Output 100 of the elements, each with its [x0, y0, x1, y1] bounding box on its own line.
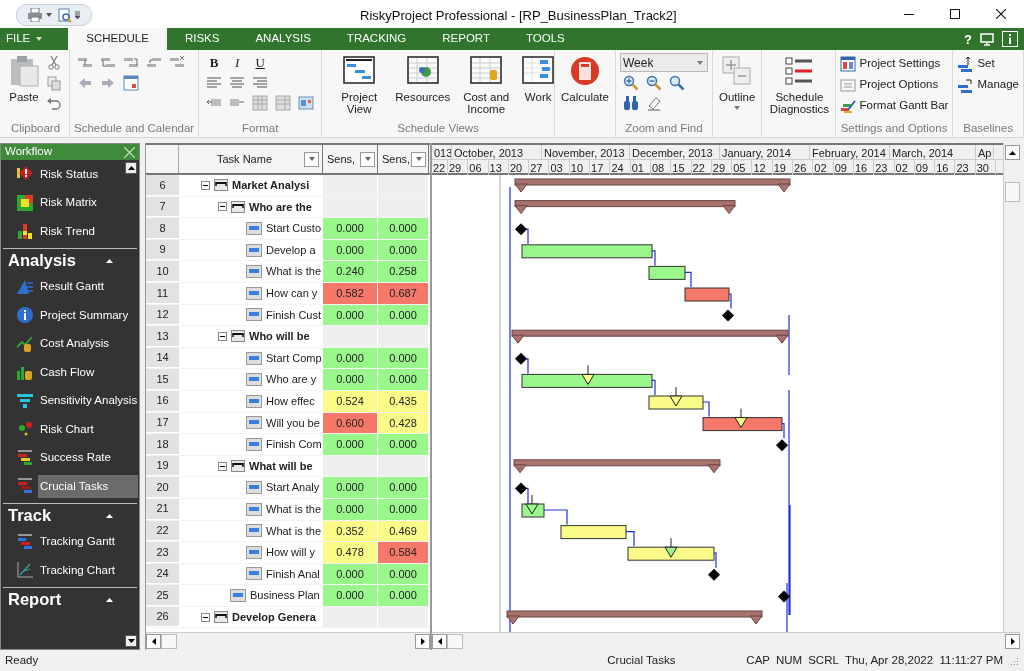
- collapse-toggle[interactable]: [218, 331, 227, 341]
- row-number: 14: [146, 347, 179, 369]
- task-name: Who are y: [266, 372, 317, 388]
- column-header[interactable]: Sens,: [323, 145, 378, 173]
- print-preview-button[interactable]: [58, 7, 72, 23]
- section-heading: Analysis: [8, 250, 76, 272]
- task-name: Start Comp: [266, 350, 322, 366]
- row-number: 23: [146, 542, 179, 563]
- print-button[interactable]: [27, 8, 43, 22]
- workflow-item[interactable]: Project Summary: [38, 303, 131, 327]
- scrollbar-thumb[interactable]: [447, 634, 463, 649]
- sensitivity-cell: 0.000: [378, 498, 429, 520]
- scroll-down-button[interactable]: [125, 635, 137, 647]
- ribbon-button[interactable]: Project Settings: [839, 53, 941, 74]
- task-name: Develop a: [266, 242, 316, 258]
- scroll-up-button[interactable]: [125, 162, 137, 174]
- week-label: 10: [569, 160, 591, 175]
- ribbon-group-label: Zoom and Find: [625, 120, 703, 136]
- ribbon-tab[interactable]: REPORT: [424, 28, 508, 50]
- magnifier-icon: [668, 75, 685, 91]
- week-label: 12: [752, 160, 773, 175]
- zoom-level-dropdown[interactable]: Week: [619, 53, 708, 72]
- scrollbar-thumb[interactable]: [161, 634, 177, 649]
- column-header[interactable]: Task Name: [179, 145, 323, 173]
- week-label: 17: [590, 160, 611, 175]
- format-button[interactable]: U: [249, 53, 272, 73]
- workflow-item[interactable]: Risk Status: [38, 162, 101, 186]
- color-grid-icon: [16, 193, 34, 212]
- filter-dropdown[interactable]: [411, 151, 426, 167]
- workflow-item[interactable]: Success Rate: [38, 446, 113, 470]
- close-button[interactable]: [124, 146, 135, 158]
- task-name: Business Plan: [250, 588, 320, 604]
- scroll-right-button[interactable]: [1005, 634, 1020, 649]
- row-number: 12: [146, 304, 179, 326]
- workflow-item[interactable]: Risk Chart: [38, 417, 96, 441]
- row-number: 26: [146, 606, 179, 628]
- week-label: 16: [853, 160, 875, 175]
- ribbon-button[interactable]: Project Options: [839, 74, 939, 95]
- ribbon-button[interactable]: Schedule Diagnostics: [766, 53, 833, 115]
- minus-icon: [203, 182, 208, 188]
- workflow-item[interactable]: Risk Matrix: [38, 191, 99, 215]
- task-icon: [246, 437, 262, 451]
- ribbon-button[interactable]: Manage: [957, 74, 1019, 95]
- workflow-item[interactable]: Tracking Chart: [38, 558, 117, 582]
- ribbon-button[interactable]: Project View: [326, 53, 393, 115]
- workflow-item[interactable]: Tracking Gantt: [38, 530, 117, 554]
- ribbon-button[interactable]: Calculate: [559, 53, 611, 103]
- collapse-toggle[interactable]: [106, 597, 113, 602]
- week-label: 09: [833, 160, 854, 175]
- collapse-toggle[interactable]: [218, 461, 227, 471]
- collapse-toggle[interactable]: [106, 513, 113, 518]
- week-label: 02: [894, 160, 915, 175]
- ribbon-button[interactable]: Paste: [6, 53, 42, 103]
- ribbon-button[interactable]: Outline: [716, 53, 758, 110]
- scroll-left-button[interactable]: [432, 634, 447, 649]
- ribbon-tab[interactable]: FILE: [0, 28, 49, 50]
- caret-icon: [364, 157, 371, 161]
- help-button[interactable]: ?: [964, 32, 972, 46]
- collapse-toggle[interactable]: [106, 258, 113, 263]
- about-button[interactable]: [1002, 31, 1018, 47]
- collapse-toggle[interactable]: [201, 180, 210, 190]
- column-header[interactable]: Sens,: [378, 145, 429, 173]
- row-number: 20: [146, 477, 179, 498]
- scroll-right-button[interactable]: [415, 634, 430, 649]
- month-label: 013: [432, 145, 452, 159]
- ribbon-button[interactable]: Resources: [393, 53, 453, 103]
- week-label: 13: [488, 160, 509, 175]
- scrollbar-thumb[interactable]: [1004, 182, 1020, 202]
- collapse-toggle[interactable]: [218, 202, 227, 212]
- filter-dropdown[interactable]: [304, 151, 319, 167]
- ribbon-tab[interactable]: ANALYSIS: [237, 28, 329, 50]
- month-label: February, 2014: [810, 145, 890, 159]
- funnel-icon: [16, 391, 34, 410]
- workflow-item[interactable]: Crucial Tasks: [38, 474, 138, 498]
- caret-icon: [308, 157, 315, 161]
- format-button[interactable]: I: [226, 53, 249, 73]
- workflow-item[interactable]: Cash Flow: [38, 360, 97, 384]
- filter-dropdown[interactable]: [360, 151, 375, 167]
- ribbon-button[interactable]: Format Gantt Bar: [839, 95, 949, 116]
- monitor-button[interactable]: [980, 32, 994, 46]
- ribbon-button[interactable]: Cost and Income: [453, 53, 520, 115]
- scroll-left-button[interactable]: [146, 634, 161, 649]
- section-heading: Report: [8, 589, 62, 611]
- risk-marker: [664, 537, 678, 558]
- minus-icon: [220, 204, 225, 210]
- collapse-toggle[interactable]: [201, 612, 210, 622]
- scroll-up-button[interactable]: [1004, 145, 1020, 160]
- format-button[interactable]: B: [203, 53, 226, 73]
- ribbon-tab[interactable]: RISKS: [166, 28, 238, 50]
- ribbon-tab[interactable]: TRACKING: [328, 28, 425, 50]
- workflow-item[interactable]: Cost Analysis: [38, 332, 112, 356]
- ribbon-button[interactable]: Work: [520, 53, 557, 103]
- ribbon-tab[interactable]: SCHEDULE: [68, 28, 167, 50]
- workflow-item[interactable]: Result Gantt: [38, 275, 106, 299]
- ribbon-button[interactable]: Set: [957, 53, 995, 74]
- workflow-item[interactable]: Risk Trend: [38, 219, 97, 243]
- workflow-item[interactable]: Sensitivity Analysis: [38, 389, 140, 413]
- ribbon-tab[interactable]: TOOLS: [508, 28, 583, 50]
- toolbar-button[interactable]: [120, 73, 142, 93]
- task-name: Will you be: [266, 415, 320, 431]
